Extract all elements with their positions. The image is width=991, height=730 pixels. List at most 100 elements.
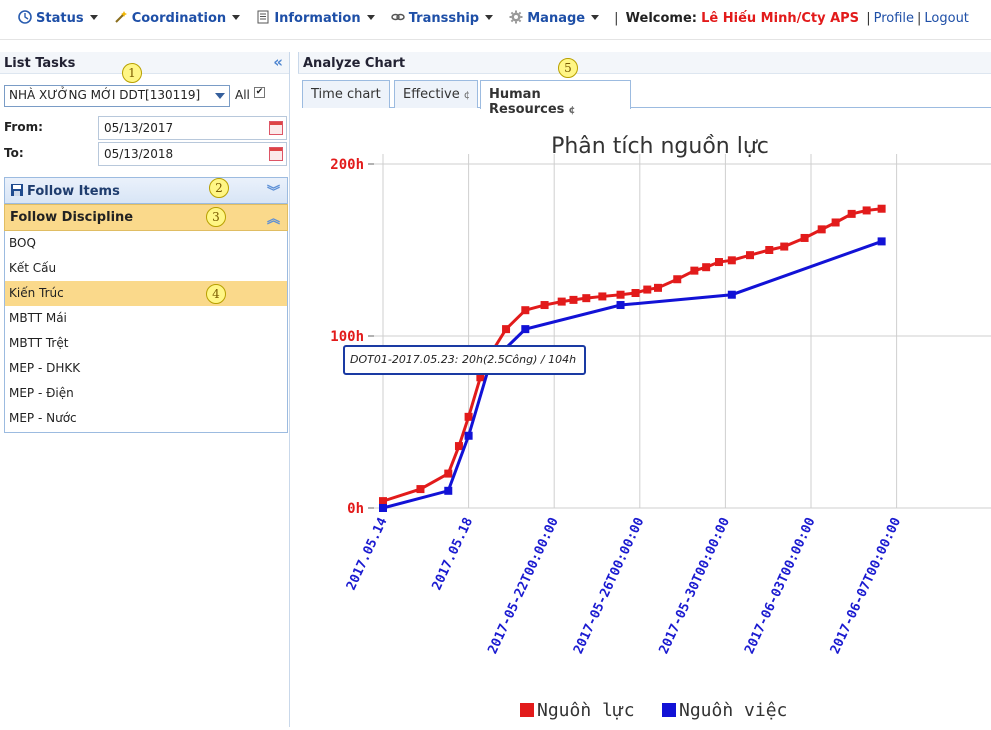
menu-transship[interactable]: Transship: [390, 10, 494, 26]
from-date-input[interactable]: 05/13/2017: [98, 116, 287, 140]
wand-icon: [114, 11, 127, 23]
tab-time-chart[interactable]: Time chart: [302, 80, 390, 108]
data-point: [598, 292, 607, 301]
link-icon: [390, 13, 405, 21]
chevron-down-icon: [232, 15, 241, 20]
chevron-down-icon: [485, 15, 494, 20]
chevron-down-icon: [591, 15, 600, 20]
discipline-item[interactable]: MEP - Nước: [5, 406, 287, 431]
y-tick-label: 200h: [330, 157, 364, 173]
follow-items-label: Follow Items: [27, 184, 120, 199]
data-point: [540, 301, 549, 310]
data-point: [464, 431, 473, 440]
tab-effective[interactable]: Effective ¢: [394, 80, 478, 108]
callout-badge-3: 3: [206, 207, 226, 227]
data-point: [521, 306, 530, 315]
data-point: [831, 218, 840, 227]
data-point: [454, 442, 463, 451]
discipline-item[interactable]: MEP - DHKK: [5, 356, 287, 381]
calendar-icon[interactable]: [269, 121, 283, 135]
data-point: [817, 225, 826, 234]
data-point: [582, 294, 591, 303]
from-label: From:: [4, 120, 43, 134]
all-checkbox[interactable]: ✔: [254, 87, 265, 98]
menu-information[interactable]: Information: [256, 10, 375, 26]
data-point: [673, 275, 682, 284]
separator: |: [614, 11, 619, 26]
data-point: [557, 297, 566, 306]
analyze-chart-header: Analyze Chart: [298, 52, 991, 74]
tab-label: Effective: [403, 87, 460, 102]
separator: |: [866, 11, 871, 26]
discipline-item[interactable]: Kết Cấu: [5, 256, 287, 281]
from-date-value: 05/13/2017: [104, 121, 174, 135]
top-navigation-bar: Status Coordination Information Transshi…: [0, 0, 991, 40]
data-point: [780, 242, 789, 251]
list-tasks-header: List Tasks «: [0, 52, 289, 74]
chevron-down-icon: [215, 93, 225, 99]
data-point: [714, 258, 723, 267]
follow-discipline-header[interactable]: Follow Discipline ︽: [4, 204, 288, 231]
project-select-value: NHÀ XƯỞNG MỚI DDT[130119]: [9, 88, 201, 102]
discipline-item[interactable]: BOQ: [5, 231, 287, 256]
callout-badge-1: 1: [122, 63, 142, 83]
gear-icon: [509, 10, 523, 24]
collapse-up-icon[interactable]: ︽: [267, 208, 280, 227]
save-icon: [11, 184, 23, 196]
data-point: [877, 204, 886, 213]
project-select[interactable]: NHÀ XƯỞNG MỚI DDT[130119]: [4, 85, 230, 107]
x-tick-label: 2017.05.18: [430, 515, 477, 592]
data-point: [690, 266, 699, 275]
legend-swatch: [662, 703, 676, 717]
profile-link[interactable]: Profile: [874, 11, 914, 26]
chart-tabs: Time chart Effective ¢ Human Resources ¢: [302, 80, 991, 117]
data-point: [653, 283, 662, 292]
data-point: [727, 256, 736, 265]
data-point: [727, 290, 736, 299]
to-date-input[interactable]: 05/13/2018: [98, 142, 287, 166]
x-tick-label: 2017-06-07T00:00:00: [828, 515, 905, 656]
tab-label: Time chart: [311, 87, 381, 102]
data-point: [765, 246, 774, 254]
logout-link[interactable]: Logout: [924, 11, 969, 26]
x-tick-label: 2017-05-30T00:00:00: [657, 515, 734, 656]
main-menu: Status Coordination Information Transshi…: [18, 10, 969, 26]
to-date-value: 05/13/2018: [104, 147, 174, 161]
legend-label: Nguồn việc: [679, 700, 787, 721]
data-point: [521, 325, 530, 334]
callout-badge-5: 5: [558, 58, 578, 78]
refresh-icon[interactable]: ¢: [464, 90, 470, 101]
menu-status-label: Status: [36, 11, 84, 26]
menu-status[interactable]: Status: [18, 10, 98, 26]
calendar-icon[interactable]: [269, 147, 283, 161]
discipline-item[interactable]: MBTT Trệt: [5, 331, 287, 356]
x-tick-label: 2017.05.14: [344, 515, 391, 592]
discipline-list: BOQ Kết Cấu Kiến Trúc MBTT Mái MBTT Trệt MEP …: [4, 231, 288, 433]
discipline-item[interactable]: MBTT Mái: [5, 306, 287, 331]
data-point: [631, 289, 640, 297]
y-tick-label: 0h: [347, 501, 364, 517]
chevron-down-icon: [366, 15, 375, 20]
discipline-item[interactable]: MEP - Điện: [5, 381, 287, 406]
follow-items-header[interactable]: Follow Items ︾: [4, 177, 288, 204]
x-tick-label: 2017-05-22T00:00:00: [485, 515, 562, 656]
separator: |: [917, 11, 922, 26]
collapse-icon[interactable]: «: [273, 53, 283, 71]
data-point: [877, 237, 886, 246]
menu-transship-label: Transship: [408, 11, 480, 26]
menu-manage-label: Manage: [527, 11, 586, 26]
menu-coordination[interactable]: Coordination: [114, 10, 241, 26]
tab-human-resources[interactable]: Human Resources ¢: [480, 80, 631, 117]
data-point: [444, 486, 453, 495]
data-point: [379, 497, 387, 506]
menu-manage[interactable]: Manage: [509, 10, 600, 26]
user-name: Lê Hiếu Minh/Cty APS: [701, 11, 860, 26]
discipline-item[interactable]: Kiến Trúc: [5, 281, 287, 306]
expand-icon[interactable]: ︾: [267, 181, 280, 200]
analyze-chart-panel: Analyze Chart Time chart Effective ¢ Huma…: [298, 52, 991, 727]
y-tick-label: 100h: [330, 329, 364, 345]
data-point: [416, 485, 425, 494]
data-point: [616, 290, 625, 299]
data-point: [643, 285, 652, 294]
chart-tooltip: DOT01-2017.05.23: 20h(2.5Công) / 104h: [343, 345, 586, 375]
